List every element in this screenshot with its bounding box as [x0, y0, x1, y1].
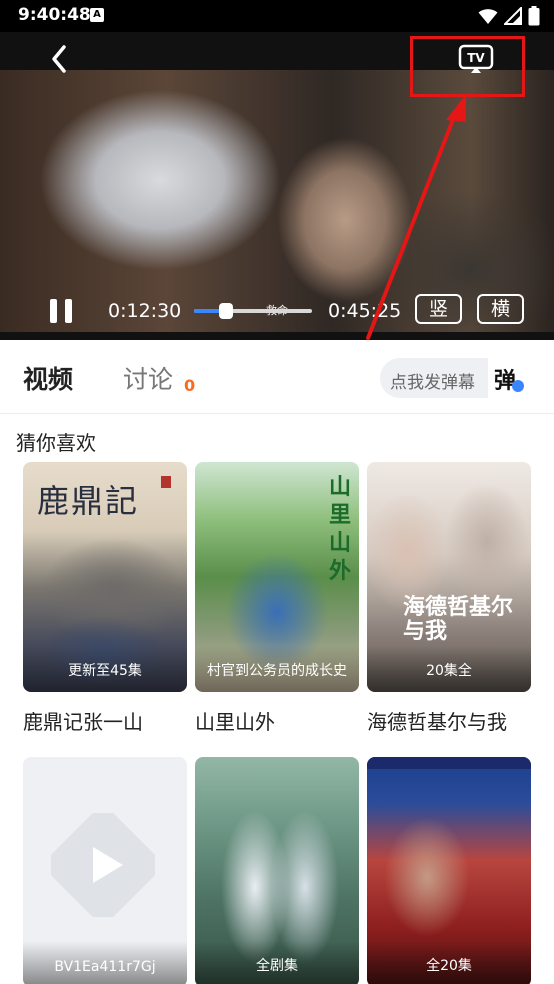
card-title[interactable]: 海德哲基尔与我	[367, 706, 507, 735]
tab-video[interactable]: 视频	[23, 360, 73, 396]
status-time: 9:40:48	[18, 5, 91, 25]
card-badge: 村官到公务员的成长史	[207, 663, 347, 679]
player-controls: 0:12:30 0:45:25 竖 横	[0, 294, 554, 334]
danmu-button-label: 点我发弹幕	[390, 373, 475, 393]
progress-thumb[interactable]	[219, 303, 234, 319]
current-time: 0:12:30	[108, 300, 182, 322]
video-player[interactable]: 救命 TV 0:12:30 0:45:25 竖 横	[0, 32, 554, 340]
battery-icon	[528, 6, 540, 26]
system-icons	[478, 6, 540, 26]
video-frame[interactable]: 救命	[0, 70, 554, 332]
card-poster[interactable]: 山里山外 村官到公务员的成长史	[195, 462, 359, 692]
poster-text: 山里山外	[329, 475, 352, 584]
card-poster[interactable]: BV1Ea411r7Gj	[23, 757, 187, 984]
card-poster[interactable]: 鹿鼎記 更新至45集	[23, 462, 187, 692]
discuss-count-badge: 0	[184, 376, 196, 395]
card-badge: BV1Ea411r7Gj	[54, 959, 156, 975]
card-badge: 全20集	[426, 958, 472, 974]
poster-strip	[367, 757, 531, 769]
pause-icon[interactable]	[50, 299, 74, 325]
card-poster[interactable]: 20集全 海德哲基尔与我	[367, 462, 531, 692]
poster-text: 海德哲基尔与我	[403, 595, 514, 644]
card-badge: 更新至45集	[68, 663, 142, 679]
wifi-icon	[478, 9, 498, 24]
card-badge: 20集全	[426, 663, 472, 679]
app-root: 9:40:48 A 救命 TV	[0, 0, 554, 984]
section-title: 猜你喜欢	[16, 431, 96, 455]
duration-time: 0:45:25	[328, 300, 402, 322]
send-danmu-button[interactable]: 点我发弹幕 弹	[380, 358, 530, 398]
video-placeholder-icon	[51, 813, 155, 917]
progress-slider[interactable]	[194, 303, 312, 319]
tab-discuss[interactable]: 讨论	[123, 360, 173, 396]
card-badge: 全剧集	[256, 958, 298, 974]
danmu-toggle[interactable]: 弹	[488, 358, 530, 398]
portrait-button[interactable]: 竖	[415, 294, 462, 324]
card-poster[interactable]: 全剧集	[195, 757, 359, 984]
card-poster[interactable]: 全20集	[367, 757, 531, 984]
poster-seal	[161, 476, 171, 488]
danmu-check-icon	[512, 380, 524, 392]
status-bar: 9:40:48 A	[0, 0, 554, 32]
poster-text: 鹿鼎記	[37, 482, 140, 520]
content-tabs: 视频 讨论 0 点我发弹幕 弹	[0, 340, 554, 414]
landscape-button[interactable]: 横	[477, 294, 524, 324]
card-title[interactable]: 山里山外	[195, 706, 275, 735]
signal-icon	[504, 7, 522, 25]
tv-highlight-box	[410, 36, 525, 97]
notification-a-icon: A	[90, 8, 104, 22]
card-title[interactable]: 鹿鼎记张一山	[23, 706, 143, 735]
back-arrow-icon[interactable]	[48, 44, 72, 74]
